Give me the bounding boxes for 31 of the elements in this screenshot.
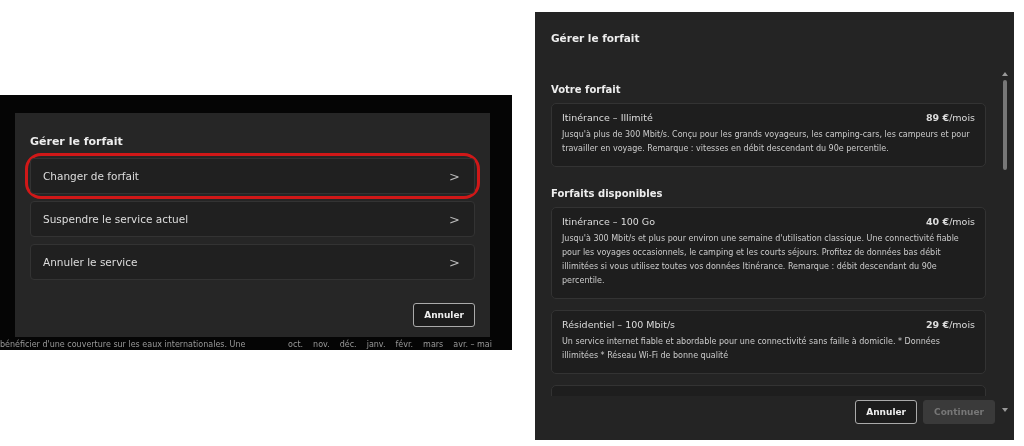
background-text: déc. [339,340,357,349]
dialog-title: Gérer le forfait [30,135,123,148]
background-text: avr. – mai [453,340,492,349]
section-heading: Forfaits disponibles [551,188,663,199]
cancel-button[interactable]: Annuler [855,400,918,424]
background-text: janv. [366,340,386,349]
cancel-button[interactable]: Annuler [413,303,475,327]
background-text: bénéficier d'une couverture sur les eaux internationales. Une [0,340,246,349]
chevron-icon: > [449,211,460,227]
plan-card[interactable]: Résidentiel – 100 Mbit/s 29 €/mois Un service internet fiable et abordable pour une connectivité sans faille à domicile. * Données illimitées * Réseau Wi-Fi de bonne qualité [551,310,986,374]
section-heading: Votre forfait [551,84,621,95]
plan-name: Itinérance – 100 Go [562,216,655,227]
plan-price: 29 €/mois [926,319,975,330]
plan-price: 40 €/mois [926,216,975,227]
background-text: mars [423,340,444,349]
menu-item[interactable]: Changer de forfait > [30,158,475,194]
plan-price: 89 €/mois [926,112,975,123]
dialog-title: Gérer le forfait [551,32,640,44]
chevron-icon: > [449,254,460,270]
plan-description: Jusqu'à plus de 300 Mbit/s. Conçu pour les grands voyageurs, les camping-cars, les campeurs et pour travailler en voyage. Remarque : vitesses en débit descendant du 90e percentile. [562,129,971,155]
background-text: oct. [288,340,304,349]
menu-item[interactable]: Suspendre le service actuel > [30,201,475,237]
background-text: nov. [313,340,330,349]
plan-name: Itinérance – Illimité [562,112,653,123]
chevron-icon: > [449,168,460,184]
menu-item[interactable]: Annuler le service > [30,244,475,280]
scrollbar[interactable] [1002,72,1008,412]
plan-description: Jusqu'à 300 Mbit/s et plus pour environ une semaine d'utilisation classique. Une connectivité fiable pour les voyages occasionnels, le camping et les courts séjours. Profitez de données bas débit illimitées si vous utilisez toutes vos données Itinérance. Remarque : débit descendant du 90e percentile. [562,232,960,287]
background-text: févr. [395,340,414,349]
plan-description: Un service internet fiable et abordable pour une connectivité sans faille à domicile. * Données illimitées * Réseau Wi-Fi de bonne qualité [562,335,941,362]
plan-name: Résidentiel – 100 Mbit/s [562,319,676,330]
